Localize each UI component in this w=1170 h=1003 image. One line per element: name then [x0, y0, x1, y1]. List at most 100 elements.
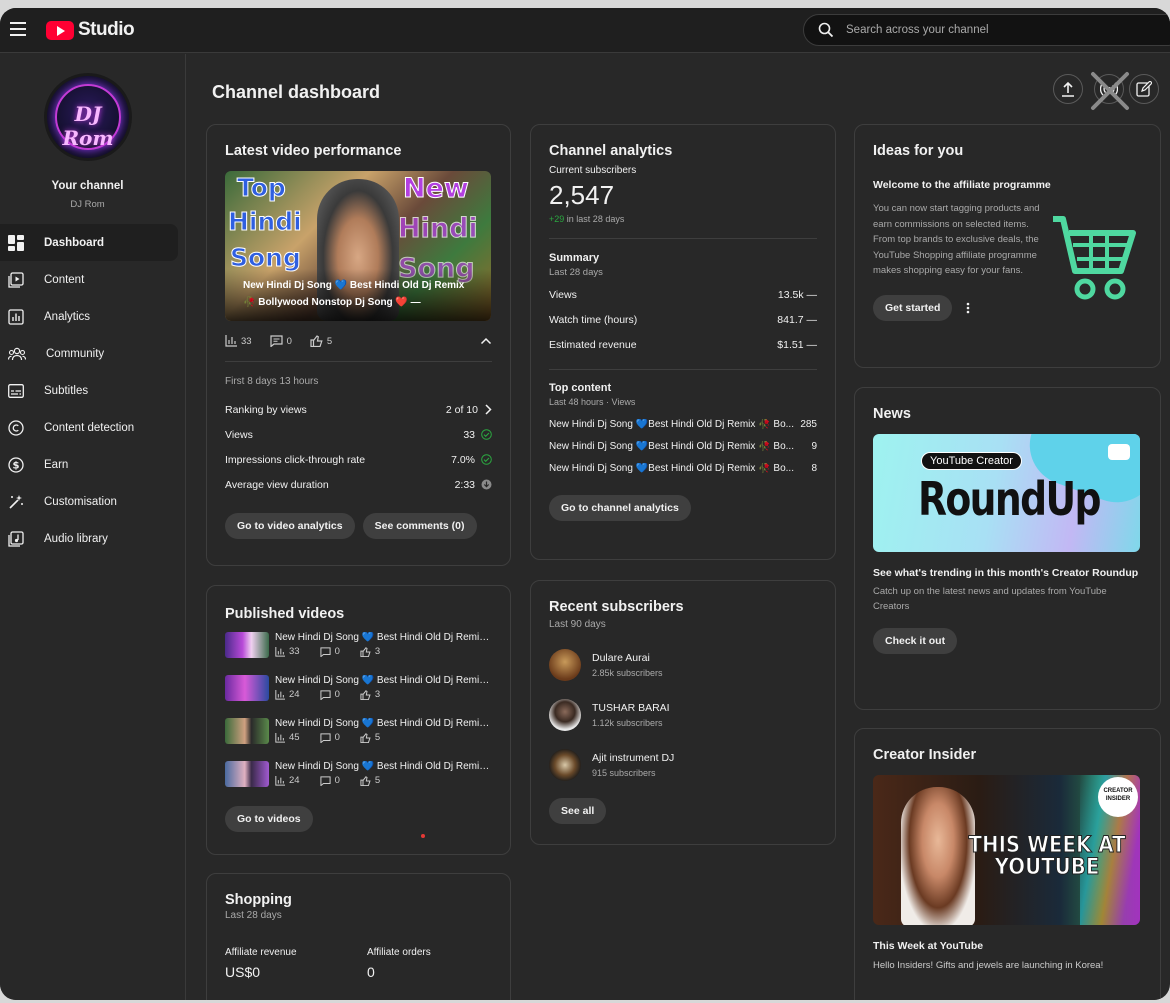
video-thumbnail — [225, 718, 269, 744]
top-content-row[interactable]: New Hindi Dj Song 💙Best Hindi Old Dj Rem… — [549, 413, 817, 435]
affiliate-revenue-label: Affiliate revenue — [225, 947, 297, 958]
likes-stat: 5 — [310, 335, 332, 347]
check-circle-icon — [481, 454, 492, 465]
summary-table: Views 13.5k — Watch time (hours) 841.7 — E… — [549, 282, 817, 357]
subscriber-count: 1.12k subscribers — [592, 718, 663, 728]
recent-subscribers-card: Recent subscribers Last 90 days Dulare A… — [530, 580, 836, 845]
search-bar[interactable]: Search across your channel — [803, 14, 1170, 46]
studio-logo[interactable]: Studio — [46, 19, 135, 41]
sidebar-item-label: Analytics — [44, 310, 91, 323]
sidebar-item-content[interactable]: Content — [0, 261, 178, 298]
search-input[interactable]: Search across your channel — [846, 24, 989, 36]
subscriber-count: 2.85k subscribers — [592, 668, 663, 678]
video-title: New Hindi Dj Song 💙 Best Hindi Old Dj Re… — [275, 718, 490, 729]
magic-wand-icon — [9, 494, 23, 509]
list-item[interactable]: New Hindi Dj Song 💙 Best Hindi Old Dj Re… — [225, 675, 492, 718]
channel-title: Your channel — [51, 180, 124, 192]
check-it-out-button[interactable]: Check it out — [873, 628, 958, 654]
chevron-right-icon — [485, 404, 492, 415]
close-overlay-icon[interactable] — [1085, 66, 1135, 116]
ideas-card: Ideas for you Welcome to the affiliate p… — [854, 124, 1161, 368]
latest-metrics: Ranking by views 2 of 10 Views 33 Impressi… — [225, 397, 492, 497]
thumb-word: Song — [230, 243, 302, 273]
affiliate-orders-value: 0 — [367, 964, 375, 980]
comment-icon — [319, 646, 331, 657]
news-banner[interactable]: YouTube Creator RoundUp — [873, 434, 1140, 552]
shopping-cart-icon — [1053, 216, 1136, 300]
current-subscribers-label: Current subscribers — [549, 165, 637, 176]
views-stat: 33 — [275, 646, 300, 657]
like-icon — [360, 732, 371, 743]
chevron-up-icon[interactable] — [480, 337, 492, 345]
subtitles-icon — [8, 383, 24, 398]
list-item[interactable]: TUSHAR BARAI 1.12k subscribers — [549, 690, 817, 740]
list-item[interactable]: Dulare Aurai 2.85k subscribers — [549, 640, 817, 690]
video-title: New Hindi Dj Song 💙 Best Hindi Old Dj Re… — [275, 632, 490, 643]
comments-stat: 0 — [319, 775, 340, 786]
shopping-metrics: Affiliate revenue US$0 Affiliate orders 0 — [225, 947, 492, 980]
channel-name: DJ Rom — [70, 199, 105, 210]
list-item[interactable]: Ajit instrument DJ 915 subscribers — [549, 740, 817, 790]
insider-headline: This Week at YouTube — [873, 940, 984, 952]
avatar-logo-text: DJ Rom — [62, 102, 114, 150]
card-title: Ideas for you — [873, 143, 964, 159]
create-post-button[interactable] — [1129, 74, 1159, 104]
sidebar-item-content-detection[interactable]: Content detection — [0, 409, 178, 446]
upload-button[interactable] — [1053, 74, 1083, 104]
card-title: News — [873, 406, 911, 422]
video-thumbnail — [225, 761, 269, 787]
community-icon — [8, 347, 26, 360]
metric-row[interactable]: Ranking by views 2 of 10 — [225, 397, 492, 422]
upload-icon — [1062, 81, 1074, 97]
comments-stat: 0 — [269, 335, 292, 347]
list-item[interactable]: New Hindi Dj Song 💙 Best Hindi Old Dj Re… — [225, 761, 492, 804]
see-all-button[interactable]: See all — [549, 798, 607, 824]
dollar-icon: $ — [8, 456, 24, 473]
list-item[interactable]: New Hindi Dj Song 💙 Best Hindi Old Dj Re… — [225, 718, 492, 761]
sidebar-item-subtitles[interactable]: Subtitles — [0, 372, 178, 409]
avatar — [549, 699, 581, 731]
get-started-button[interactable]: Get started — [873, 294, 953, 321]
views-icon — [275, 732, 285, 743]
sidebar-item-analytics[interactable]: Analytics — [0, 298, 178, 335]
affiliate-orders-label: Affiliate orders — [367, 947, 431, 958]
summary-row: Views 13.5k — — [549, 288, 817, 301]
go-to-videos-button[interactable]: Go to videos — [225, 806, 313, 832]
list-item[interactable]: New Hindi Dj Song 💙 Best Hindi Old Dj Re… — [225, 632, 492, 675]
arrow-down-circle-icon — [481, 479, 492, 490]
svg-text:$: $ — [13, 460, 20, 471]
go-to-channel-analytics-button[interactable]: Go to channel analytics — [549, 495, 691, 521]
menu-icon[interactable] — [10, 22, 26, 36]
sidebar-item-customisation[interactable]: Customisation — [0, 483, 178, 520]
sidebar-item-dashboard[interactable]: Dashboard — [0, 224, 178, 261]
channel-avatar[interactable]: DJ Rom — [44, 73, 132, 161]
sidebar-item-label: Dashboard — [44, 236, 105, 249]
top-content-row[interactable]: New Hindi Dj Song 💙Best Hindi Old Dj Rem… — [549, 435, 817, 457]
like-icon — [310, 335, 323, 347]
likes-stat: 5 — [360, 732, 380, 743]
likes-stat: 3 — [360, 689, 380, 700]
latest-video-thumbnail[interactable]: Top Hindi Song New Hindi Song New Hindi … — [225, 171, 491, 321]
card-title: Recent subscribers — [549, 599, 684, 615]
thumb-word: New — [403, 173, 470, 205]
comment-icon — [319, 732, 331, 743]
top-content-list: New Hindi Dj Song 💙Best Hindi Old Dj Rem… — [549, 413, 817, 479]
go-to-video-analytics-button[interactable]: Go to video analytics — [225, 513, 355, 539]
avatar — [549, 649, 581, 681]
insider-thumbnail[interactable]: CREATOR INSIDER THIS WEEK AT YOUTUBE — [873, 775, 1140, 925]
latest-video-card: Latest video performance Top Hindi Song … — [206, 124, 511, 566]
sidebar-item-audio-library[interactable]: Audio library — [0, 520, 178, 557]
sidebar-item-earn[interactable]: $ Earn — [0, 446, 178, 483]
top-content-row[interactable]: New Hindi Dj Song 💙Best Hindi Old Dj Rem… — [549, 457, 817, 479]
video-thumbnail — [225, 675, 269, 701]
youtube-logo-icon — [1108, 444, 1130, 460]
see-comments-button[interactable]: See comments (0) — [362, 513, 477, 539]
subscriber-list: Dulare Aurai 2.85k subscribers TUSHAR BAR… — [549, 640, 817, 790]
banner-title: RoundUp — [918, 472, 1101, 526]
likes-stat: 3 — [360, 646, 380, 657]
content-icon — [8, 271, 24, 288]
published-list: New Hindi Dj Song 💙 Best Hindi Old Dj Re… — [225, 632, 492, 804]
more-vert-icon[interactable] — [966, 302, 970, 314]
card-title: Published videos — [225, 606, 345, 622]
sidebar-item-community[interactable]: Community — [0, 335, 178, 372]
